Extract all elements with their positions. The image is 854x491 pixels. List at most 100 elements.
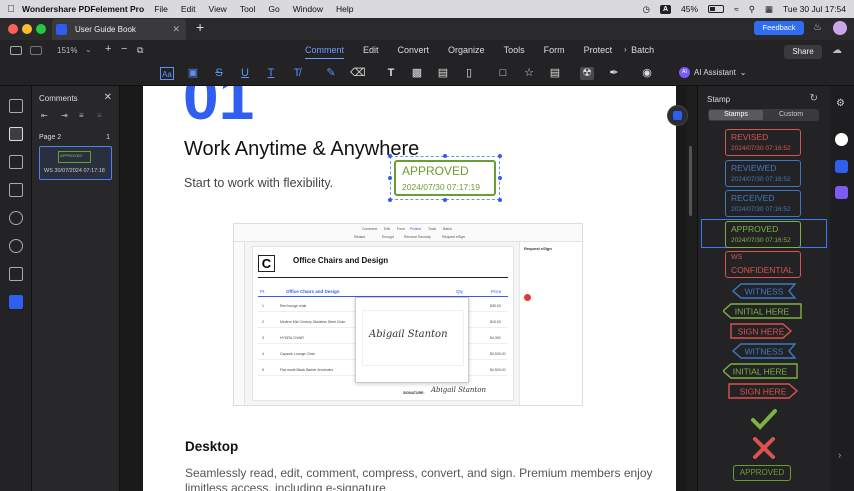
layout-icon[interactable] — [30, 46, 42, 55]
shape-tool-icon[interactable]: □ — [496, 67, 510, 80]
stamp-approved-small[interactable]: APPROVED — [733, 465, 791, 481]
chat-icon[interactable] — [835, 133, 848, 146]
apple-logo-icon[interactable]:  — [0, 4, 22, 15]
zoom-level[interactable]: 151% — [57, 46, 77, 55]
check-stamp[interactable] — [750, 408, 778, 430]
flag-stamp-sign-here[interactable]: SIGN HERE — [728, 383, 799, 399]
cross-stamp[interactable] — [750, 437, 778, 459]
tab-close-icon[interactable]: ✕ — [172, 24, 180, 35]
close-icon[interactable]: ✕ — [104, 92, 112, 103]
eraser-tool-icon[interactable]: ⌫ — [350, 67, 366, 80]
bookmarks-icon[interactable] — [9, 155, 23, 169]
batch-dropdown-icon[interactable]: › — [624, 45, 627, 54]
menu-clock[interactable]: Tue 30 Jul 17:54 — [783, 4, 846, 14]
flag-stamp-initial-here[interactable]: INITIAL HERE — [723, 303, 802, 319]
replace-text-tool-icon[interactable]: T̸ — [290, 67, 304, 80]
menu-view[interactable]: View — [209, 4, 227, 14]
menu-tool[interactable]: Tool — [240, 4, 256, 14]
share-button[interactable]: Share — [784, 45, 822, 59]
menu-help[interactable]: Help — [336, 4, 353, 14]
zoom-dropdown-icon[interactable]: ⌄ — [85, 45, 92, 54]
resize-handle[interactable] — [443, 154, 447, 158]
battery-icon[interactable] — [708, 5, 725, 13]
fit-page-icon[interactable]: ⧉ — [137, 45, 143, 56]
stamp-approved[interactable]: APPROVED 2024/07/30 07:16:52 — [725, 221, 801, 248]
menu-go[interactable]: Go — [268, 4, 279, 14]
menu-file[interactable]: File — [154, 4, 168, 14]
squiggly-tool-icon[interactable]: T — [264, 67, 278, 80]
zoom-in-icon[interactable]: + — [105, 43, 111, 55]
user-avatar[interactable] — [833, 21, 847, 35]
tab-form[interactable]: Form — [544, 45, 565, 59]
expand-panel-icon[interactable]: › — [838, 450, 841, 461]
document-scrollbar[interactable] — [689, 146, 692, 216]
control-center-icon[interactable]: ▦ — [765, 4, 773, 15]
text-highlight-tool-icon[interactable]: Aa — [160, 67, 174, 80]
resize-handle[interactable] — [388, 154, 392, 158]
ai-assistant-button[interactable]: AI AI Assistant ⌄ — [679, 67, 747, 78]
measure-tool-icon[interactable]: ▤ — [548, 67, 562, 80]
thumbnails-icon[interactable] — [9, 99, 23, 113]
notification-bell-icon[interactable]: ♨ — [813, 22, 822, 33]
filter-icon[interactable]: ≡ — [79, 111, 84, 120]
pdf-page[interactable]: 01 Work Anytime & Anywhere Start to work… — [143, 86, 676, 491]
tab-tools[interactable]: Tools — [504, 45, 525, 59]
window-close-button[interactable] — [8, 24, 18, 34]
tab-custom[interactable]: Custom — [764, 110, 818, 120]
pencil-tool-icon[interactable]: ✎ — [324, 67, 338, 80]
spotlight-icon[interactable]: ⚲ — [749, 4, 755, 15]
zoom-out-icon[interactable]: − — [121, 43, 127, 55]
flag-stamp-witness[interactable]: WITNESS — [731, 343, 797, 359]
wifi-icon[interactable]: ≈ — [734, 4, 739, 14]
text-box-tool-icon[interactable]: T — [384, 67, 398, 80]
stamp-confidential[interactable]: WS CONFIDENTIAL — [725, 251, 801, 278]
translate-tool-icon[interactable] — [835, 186, 848, 199]
tab-edit[interactable]: Edit — [363, 45, 379, 59]
search-icon[interactable] — [9, 239, 23, 253]
comment-card[interactable]: APPROVED WS 30/07/2024 07:17:18 — [39, 146, 112, 180]
sort-icon[interactable]: ≡ — [97, 111, 102, 120]
menu-window[interactable]: Window — [293, 4, 323, 14]
time-machine-icon[interactable]: ◷ — [643, 4, 650, 15]
underline-tool-icon[interactable]: U — [238, 67, 252, 80]
properties-icon[interactable]: ⚙ — [836, 98, 845, 109]
attachments-icon[interactable] — [9, 211, 23, 225]
flag-stamp-witness[interactable]: WITNESS — [731, 283, 797, 299]
strikethrough-tool-icon[interactable]: S — [212, 67, 226, 80]
tab-organize[interactable]: Organize — [448, 45, 485, 59]
layers-icon[interactable] — [9, 183, 23, 197]
app-menu[interactable]: Wondershare PDFelement Pro — [22, 4, 144, 14]
flag-stamp-sign-here[interactable]: SIGN HERE — [730, 323, 793, 339]
export-comments-icon[interactable]: ⇥ — [61, 111, 68, 120]
resize-handle[interactable] — [388, 176, 392, 180]
stack-icon[interactable] — [9, 267, 23, 281]
tab-stamps[interactable]: Stamps — [709, 110, 763, 120]
new-tab-button[interactable]: + — [196, 19, 204, 35]
menu-edit[interactable]: Edit — [181, 4, 196, 14]
comments-count[interactable]: 1 — [106, 134, 110, 141]
floating-translate-button[interactable] — [667, 105, 688, 126]
flag-stamp-initial-here[interactable]: INITIAL HERE — [723, 363, 798, 379]
document-tab[interactable]: User Guide Book ✕ — [52, 19, 186, 40]
resize-handle[interactable] — [498, 176, 502, 180]
stamp-reviewed[interactable]: REVIEWED 2024/07/30 07:16:52 — [725, 160, 801, 187]
text-callout-tool-icon[interactable]: ▩ — [410, 67, 424, 80]
comments-icon[interactable] — [9, 127, 23, 141]
stamp-revised[interactable]: REVISED 2024/07/30 07:16:52 — [725, 129, 801, 156]
tab-convert[interactable]: Convert — [398, 45, 430, 59]
upload-cloud-icon[interactable]: ☁ — [832, 45, 842, 56]
resize-handle[interactable] — [388, 198, 392, 202]
pin-tool-icon[interactable]: ☆ — [522, 67, 536, 80]
tab-comment[interactable]: Comment — [305, 45, 344, 59]
approved-stamp-annotation[interactable]: APPROVED 2024/07/30 07:17:19 — [394, 160, 496, 196]
ai-tool-icon[interactable] — [9, 295, 23, 309]
input-source-badge[interactable]: A — [659, 4, 672, 14]
area-highlight-tool-icon[interactable]: ▣ — [186, 67, 200, 80]
edit-check-icon[interactable] — [835, 160, 848, 173]
tab-batch[interactable]: Batch — [631, 45, 654, 59]
resize-handle[interactable] — [443, 198, 447, 202]
import-comments-icon[interactable]: ⇤ — [41, 111, 48, 120]
stamp-received[interactable]: RECEIVED 2024/07/30 07:16:52 — [725, 190, 801, 217]
resize-handle[interactable] — [498, 198, 502, 202]
sidebar-toggle-icon[interactable] — [10, 46, 22, 55]
